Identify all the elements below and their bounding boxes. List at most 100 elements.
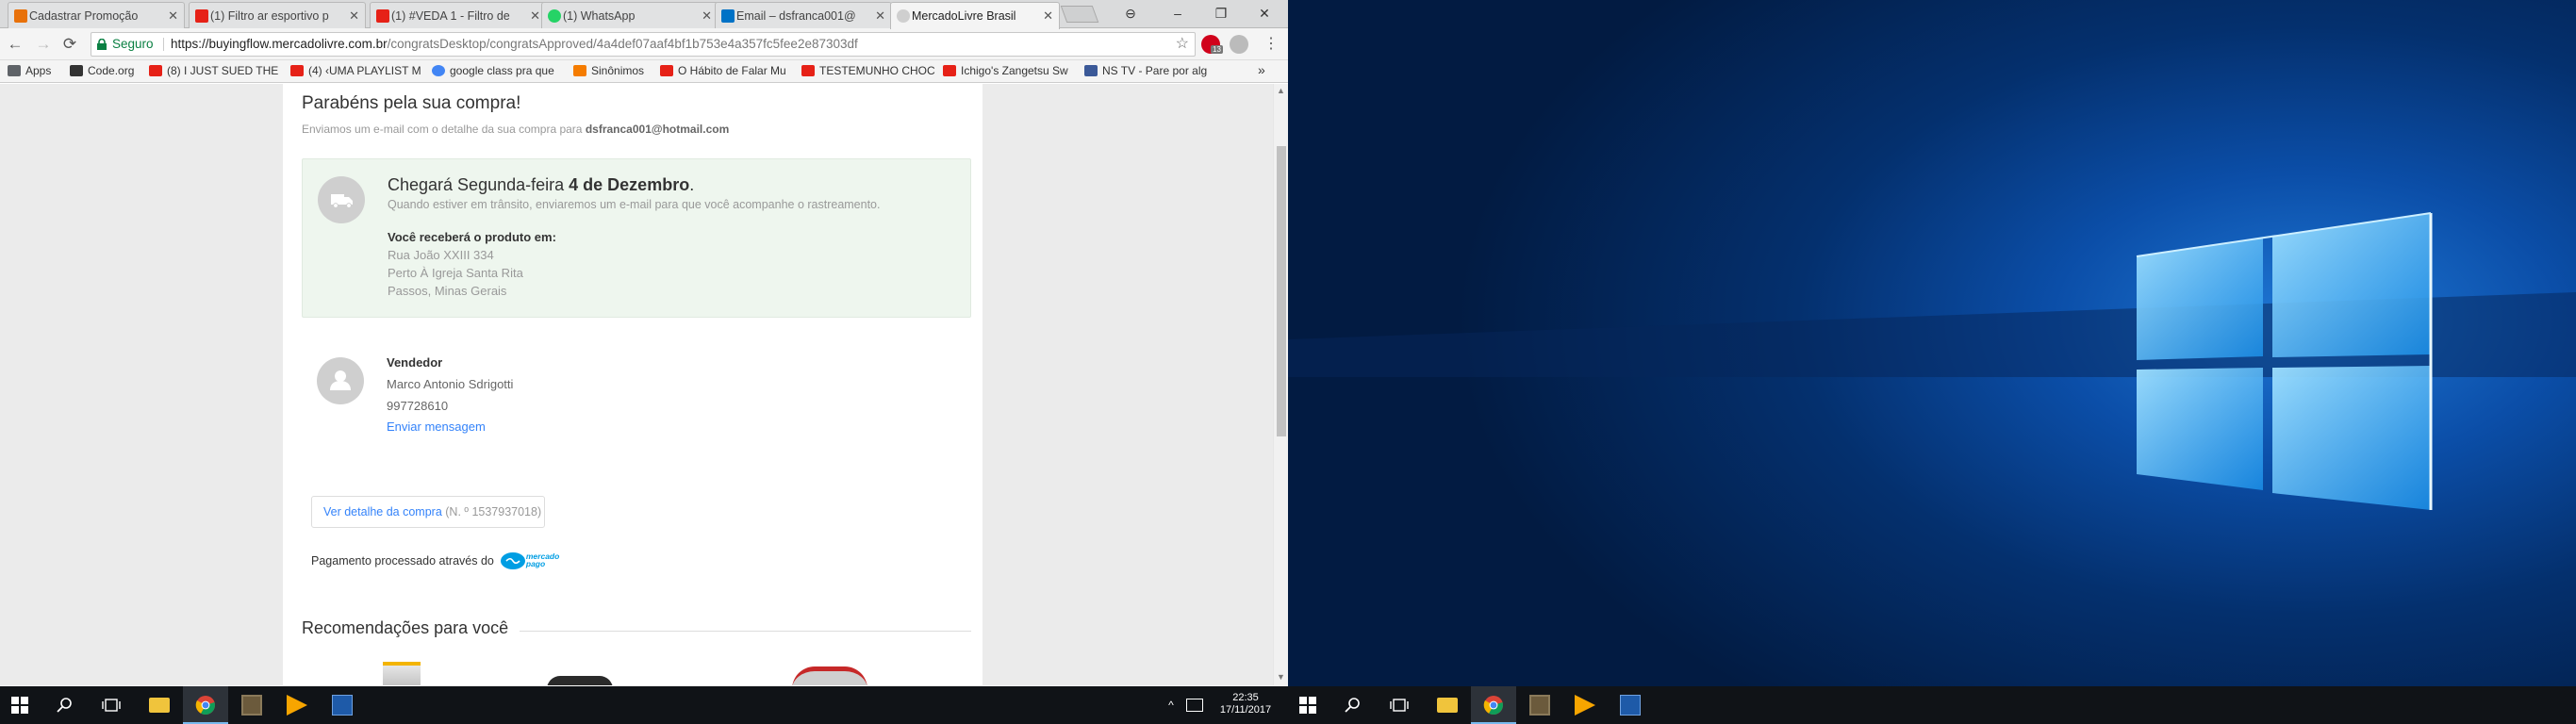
email-notice: Enviamos um e-mail com o detalhe da sua … <box>302 123 729 136</box>
bookmark-google-class[interactable]: google class pra que <box>432 64 570 77</box>
bookmark-star-icon[interactable]: ☆ <box>1176 33 1189 56</box>
product-thumbnail[interactable] <box>547 676 613 685</box>
chrome-icon[interactable] <box>195 695 216 716</box>
youtube-icon <box>290 65 304 76</box>
email-address: dsfranca001@hotmail.com <box>585 123 730 136</box>
user-silhouette-icon <box>330 370 351 390</box>
close-window-button[interactable]: ✕ <box>1243 0 1286 26</box>
bookmark-sinonimos[interactable]: Sinônimos <box>573 64 654 77</box>
taskbar-clock[interactable]: 22:35 17/11/2017 <box>1213 692 1279 718</box>
back-button[interactable]: ← <box>6 35 25 54</box>
close-tab-icon[interactable]: ✕ <box>168 8 178 24</box>
bookmark-youtube-5[interactable]: Ichigo's Zangetsu Sw <box>943 64 1081 77</box>
media-player-icon[interactable] <box>287 695 307 716</box>
windows-start-icon[interactable] <box>1299 697 1316 714</box>
minecraft-icon[interactable] <box>1529 695 1550 716</box>
tab-filtro-ar[interactable]: (1) Filtro ar esportivo p ✕ <box>189 2 366 28</box>
clock-date: 17/11/2017 <box>1219 704 1272 716</box>
purchase-detail-button[interactable]: Ver detalhe da compra (N. º 1537937018) <box>311 496 545 528</box>
bookmark-youtube-3[interactable]: O Hábito de Falar Mu <box>660 64 798 77</box>
bookmark-youtube-4[interactable]: TESTEMUNHO CHOC <box>801 64 939 77</box>
bookmark-label: (8) I JUST SUED THE <box>167 64 279 77</box>
tab-email[interactable]: Email – dsfranca001@ ✕ <box>715 2 892 28</box>
tab-whatsapp[interactable]: (1) WhatsApp ✕ <box>541 2 718 28</box>
tray-chevron-icon[interactable]: ^ <box>1165 686 1177 724</box>
new-tab-button[interactable] <box>1060 6 1099 23</box>
bookmark-apps[interactable]: Apps <box>8 64 64 77</box>
bookmark-facebook[interactable]: NS TV - Pare por alg <box>1084 64 1216 77</box>
right-screen <box>1288 0 2576 724</box>
extension-badge: 13 <box>1211 45 1223 54</box>
close-tab-icon[interactable]: ✕ <box>702 8 712 24</box>
bookmarks-overflow-button[interactable]: » <box>1258 62 1265 77</box>
bookmark-youtube-2[interactable]: (4) ‹UMA PLAYLIST M <box>290 64 428 77</box>
bookmark-youtube-1[interactable]: (8) I JUST SUED THE <box>149 64 287 77</box>
transit-notice: Quando estiver em trânsito, enviaremos u… <box>388 198 881 211</box>
product-thumbnail[interactable] <box>383 662 421 685</box>
seller-avatar <box>317 357 364 404</box>
tab-cadastrar-promocao[interactable]: Cadastrar Promoção ✕ <box>8 2 185 28</box>
sinonimos-icon <box>573 65 586 76</box>
scroll-up-icon[interactable]: ▲ <box>1277 86 1285 95</box>
youtube-icon <box>801 65 815 76</box>
scrollbar-thumb[interactable] <box>1277 146 1286 436</box>
url-host: https://buyingflow.mercadolivre.com.br <box>171 37 388 51</box>
minimize-icon: – <box>1174 6 1181 21</box>
file-explorer-icon[interactable] <box>1437 698 1458 713</box>
file-explorer-icon[interactable] <box>149 698 170 713</box>
tab-mercadolivre[interactable]: MercadoLivre Brasil ✕ <box>890 2 1060 29</box>
address-label: Você receberá o produto em: <box>388 230 556 244</box>
page-scrollbar[interactable]: ▲ ▼ <box>1273 84 1288 685</box>
arrival-heading: Chegará Segunda-feira 4 de Dezembro. <box>388 175 694 195</box>
search-icon[interactable] <box>1345 697 1362 714</box>
task-view-icon[interactable] <box>102 698 121 713</box>
windows-start-icon[interactable] <box>11 697 28 714</box>
arrival-date: 4 de Dezembro <box>569 175 690 194</box>
facebook-icon <box>1084 65 1098 76</box>
bookmark-codeorg[interactable]: Code.org <box>70 64 147 77</box>
tab-label: Email – dsfranca001@ <box>736 8 856 23</box>
search-icon[interactable] <box>57 697 74 714</box>
extension-gear-icon[interactable] <box>1230 35 1248 54</box>
media-player-icon[interactable] <box>1575 695 1595 716</box>
kebab-menu-icon: ⋮ <box>1263 36 1279 52</box>
address-bar[interactable]: Seguro https://buyingflow.mercadolivre.c… <box>91 32 1196 57</box>
tab-veda[interactable]: (1) #VEDA 1 - Filtro de ✕ <box>370 2 547 28</box>
close-tab-icon[interactable]: ✕ <box>875 8 885 24</box>
mercado-pago-wordmark: mercado pago <box>525 551 560 568</box>
page-title: Parabéns pela sua compra! <box>302 93 521 113</box>
app-icon[interactable] <box>1620 695 1641 716</box>
user-profile-button[interactable]: ⊖ <box>1109 0 1152 26</box>
tray-network-icon[interactable] <box>1186 699 1203 712</box>
recommendations-title: Recomendações para você <box>302 618 520 638</box>
url-text: https://buyingflow.mercadolivre.com.br/c… <box>171 33 858 56</box>
truck-icon-circle <box>318 176 365 223</box>
address-line: Rua João XXIII 334 <box>388 248 494 262</box>
screen: Cadastrar Promoção ✕ (1) Filtro ar espor… <box>0 0 2576 724</box>
reload-button[interactable]: ⟳ <box>60 35 79 54</box>
app-icon[interactable] <box>332 695 353 716</box>
bookmark-label: (4) ‹UMA PLAYLIST M <box>308 64 421 77</box>
close-tab-icon[interactable]: ✕ <box>1043 8 1053 24</box>
address-line: Passos, Minas Gerais <box>388 284 507 298</box>
user-icon: ⊖ <box>1125 6 1136 21</box>
product-thumbnail[interactable] <box>792 666 867 685</box>
scroll-down-icon[interactable]: ▼ <box>1277 672 1285 682</box>
restore-button[interactable]: ❐ <box>1199 0 1243 26</box>
chrome-icon[interactable] <box>1483 695 1504 716</box>
close-tab-icon[interactable]: ✕ <box>530 8 540 24</box>
minimize-button[interactable]: – <box>1156 0 1199 26</box>
forward-button[interactable]: → <box>34 35 53 54</box>
seller-label: Vendedor <box>387 355 443 370</box>
tab-label: (1) #VEDA 1 - Filtro de <box>391 8 510 23</box>
minecraft-icon[interactable] <box>241 695 262 716</box>
reload-icon: ⟳ <box>62 35 77 53</box>
close-tab-icon[interactable]: ✕ <box>349 8 359 24</box>
bookmark-label: TESTEMUNHO CHOC <box>819 64 935 77</box>
tab-label: Cadastrar Promoção <box>29 8 139 23</box>
task-view-icon[interactable] <box>1390 698 1409 713</box>
seller-name: Marco Antonio Sdrigotti <box>387 377 514 391</box>
send-message-link[interactable]: Enviar mensagem <box>387 420 486 434</box>
chrome-menu-button[interactable]: ⋮ <box>1262 35 1280 54</box>
forward-arrow-icon: → <box>35 35 52 53</box>
